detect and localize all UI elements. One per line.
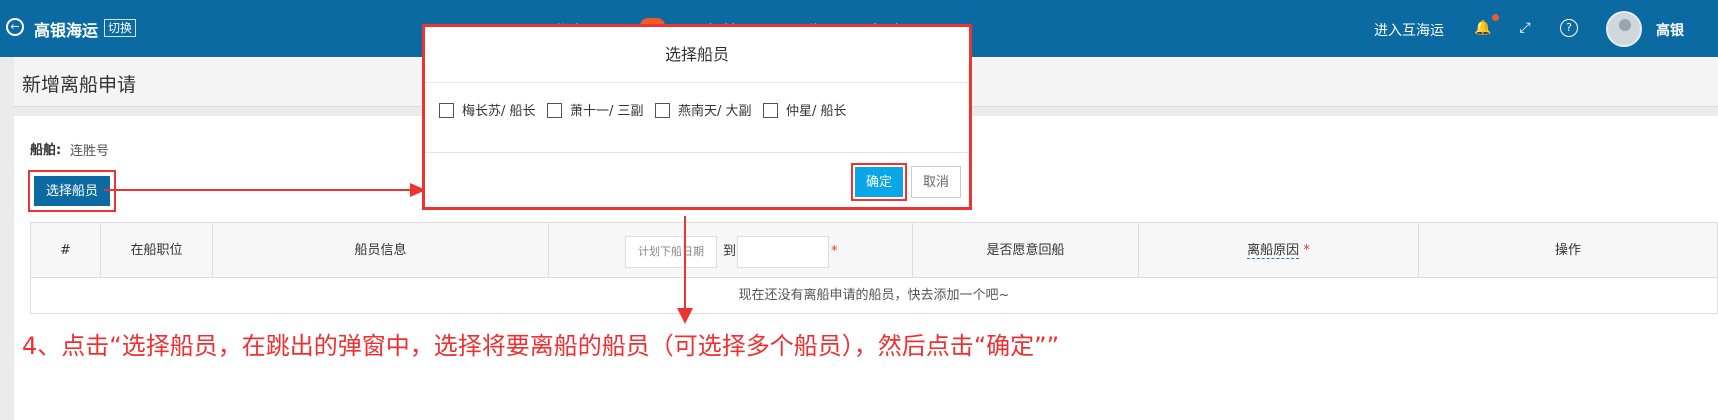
empty-table-message: 现在还没有离船申请的船员，快去添加一个吧~	[738, 288, 1010, 303]
page-title: 新增离船申请	[22, 74, 137, 96]
crew-table: # 在船职位 船员信息 计划下船日期 到 * 是否愿意回船 离船原因 * 操作 …	[30, 222, 1718, 314]
back-icon[interactable]: ←	[6, 18, 24, 36]
required-mark: *	[1303, 243, 1310, 258]
select-crew-highlight: 选择船员	[28, 170, 116, 212]
crew-option[interactable]: 萧十一/ 三副	[547, 103, 644, 121]
select-crew-modal: 选择船员 梅长苏/ 船长 萧十一/ 三副 燕南天/ 大副 仲星/ 船长 确定 取…	[422, 24, 972, 210]
annotation-arrow-line	[684, 216, 686, 312]
plan-date-start-input[interactable]: 计划下船日期	[625, 236, 717, 268]
checkbox[interactable]	[655, 103, 670, 118]
ship-value: 连胜号	[70, 144, 110, 159]
enter-platform-link[interactable]: 进入互海运	[1374, 20, 1444, 40]
checkbox[interactable]	[763, 103, 778, 118]
col-position: 在船职位	[101, 223, 213, 278]
cancel-button[interactable]: 取消	[911, 166, 961, 198]
crew-option-label: 梅长苏/ 船长	[462, 104, 536, 119]
date-range-to: 到	[723, 244, 737, 259]
bell-icon[interactable]: 🔔	[1474, 19, 1492, 37]
crew-option-label: 燕南天/ 大副	[678, 104, 752, 119]
col-reason: 离船原因 *	[1139, 223, 1419, 278]
crew-option[interactable]: 燕南天/ 大副	[655, 103, 752, 121]
required-mark: *	[831, 244, 838, 259]
ship-label: 船舶:	[30, 143, 62, 158]
switch-company-button[interactable]: 切换	[104, 19, 137, 37]
col-actions: 操作	[1554, 243, 1581, 258]
annotation-arrow-head	[677, 308, 693, 324]
col-return-willing: 是否愿意回船	[913, 223, 1139, 278]
reason-label: 离船原因	[1247, 243, 1300, 259]
brand-name: 高银海运	[34, 21, 99, 40]
notification-dot	[1492, 14, 1499, 21]
confirm-button[interactable]: 确定	[855, 167, 903, 197]
username[interactable]: 高银	[1656, 20, 1684, 40]
fullscreen-icon[interactable]: ⤢	[1516, 19, 1534, 37]
col-index: #	[31, 223, 101, 278]
col-plan-date: 计划下船日期 到 *	[549, 223, 913, 278]
avatar[interactable]	[1606, 11, 1642, 47]
annotation-arrow-line	[104, 189, 414, 191]
checkbox[interactable]	[439, 103, 454, 118]
instruction-text: 4、点击“选择船员，在跳出的弹窗中，选择将要离船的船员（可选择多个船员），然后点…	[22, 332, 1060, 360]
help-icon[interactable]: ?	[1560, 19, 1578, 37]
confirm-highlight: 确定	[851, 163, 907, 201]
modal-title: 选择船员	[425, 27, 969, 83]
table-header-row: # 在船职位 船员信息 计划下船日期 到 * 是否愿意回船 离船原因 * 操作	[31, 223, 1717, 278]
crew-option[interactable]: 仲星/ 船长	[763, 103, 847, 121]
col-crew-info: 船员信息	[213, 223, 549, 278]
checkbox[interactable]	[547, 103, 562, 118]
crew-option-label: 仲星/ 船长	[786, 104, 847, 119]
crew-option-list: 梅长苏/ 船长 萧十一/ 三副 燕南天/ 大副 仲星/ 船长	[425, 83, 969, 153]
select-crew-button[interactable]: 选择船员	[34, 176, 110, 206]
crew-option[interactable]: 梅长苏/ 船长	[439, 103, 536, 121]
crew-option-label: 萧十一/ 三副	[570, 104, 644, 119]
plan-date-end-input[interactable]	[737, 236, 829, 268]
